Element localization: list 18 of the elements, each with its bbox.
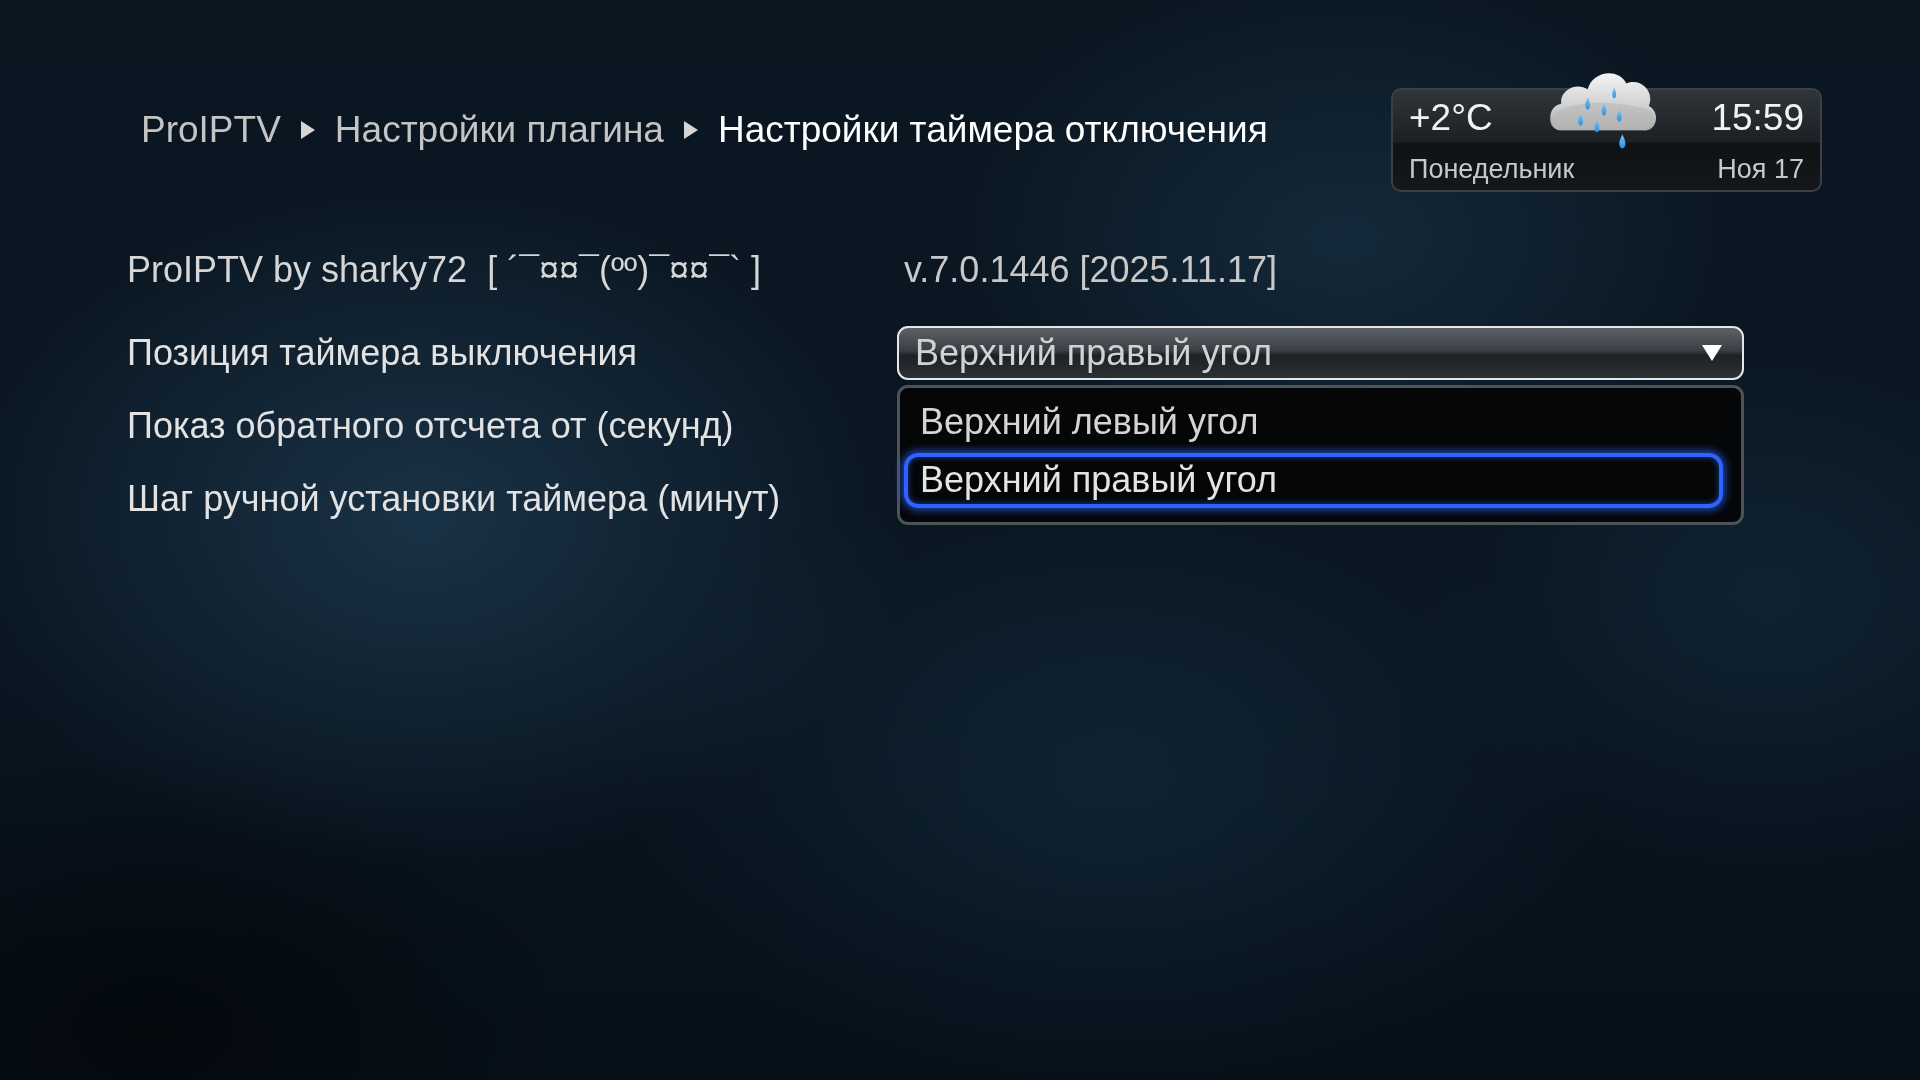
temperature-text: +2°C	[1409, 95, 1493, 140]
plugin-title: ProIPTV by sharky72 [ ´¯¤¤¯(ºº)¯¤¤¯` ]	[127, 249, 762, 291]
triangle-icon	[300, 121, 315, 139]
setting-label[interactable]: Шаг ручной установки таймера (минут)	[127, 477, 781, 520]
caret-icon	[1702, 344, 1722, 361]
setting-label[interactable]: Позиция таймера выключения	[127, 331, 637, 374]
dropdown-option[interactable]: Верхний правый угол	[904, 452, 1723, 508]
weekday-text: Понедельник	[1409, 152, 1575, 186]
breadcrumb-item: Настройки плагина	[334, 108, 664, 152]
dropdown-option[interactable]: Верхний левый угол	[904, 394, 1723, 450]
version-text: v.7.0.1446 [2025.11.17]	[903, 249, 1277, 291]
clock-time: 15:59	[1711, 95, 1804, 140]
dropdown-button[interactable]: Верхний правый угол	[897, 325, 1744, 380]
triangle-icon	[683, 121, 698, 139]
breadcrumb-item: Настройки таймера отключения	[717, 108, 1268, 152]
breadcrumb-item: ProIPTV	[141, 108, 281, 152]
date-text: Ноя 17	[1717, 152, 1804, 186]
setting-label[interactable]: Показ обратного отсчета от (секунд)	[127, 404, 734, 447]
